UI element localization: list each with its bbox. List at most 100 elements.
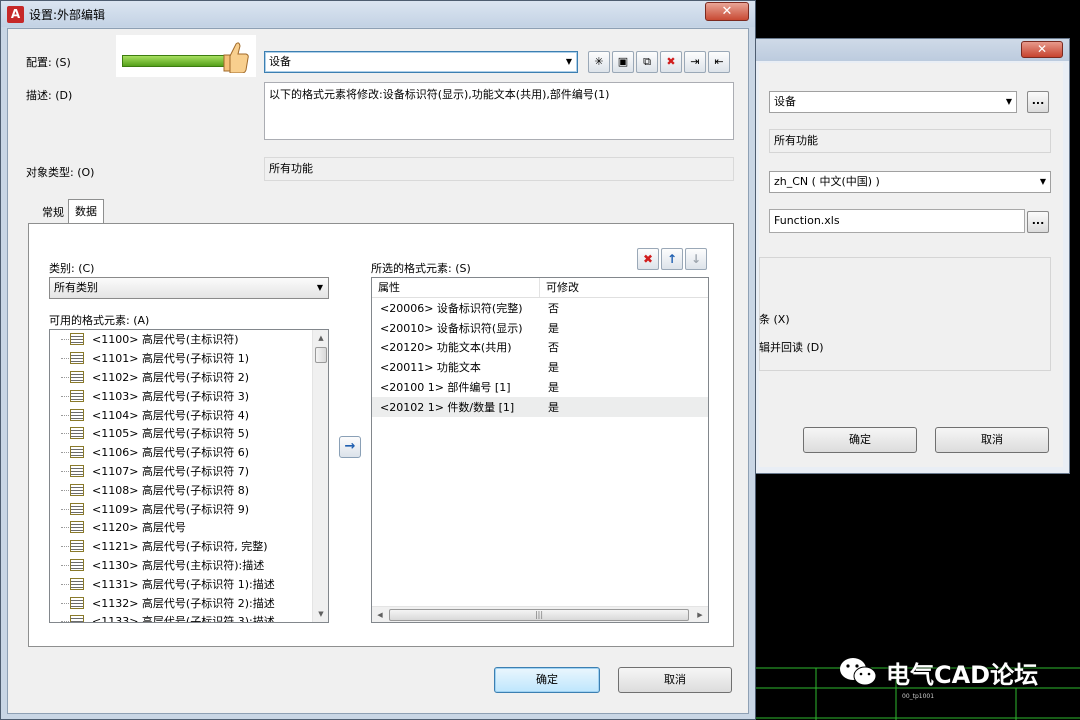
- settings-dialog: A 设置:外部编辑 ✕ 配置: (S) 设备 ▼ ✳ ▣ ⧉ ✖ ⇥ ⇤ 描述:…: [0, 0, 756, 720]
- list-item[interactable]: <1109> 高层代号(子标识符 9): [50, 499, 328, 518]
- background-cancel-button[interactable]: 取消: [935, 427, 1049, 453]
- cell-property: <20100 1> 部件编号 [1]: [380, 381, 511, 395]
- app-logo-icon: A: [7, 6, 24, 23]
- description-textarea[interactable]: 以下的格式元素将修改:设备标识符(显示),功能文本(共用),部件编号(1): [264, 82, 734, 140]
- delete-icon[interactable]: ✖: [660, 51, 682, 73]
- title-bar: A 设置:外部编辑 ✕: [1, 1, 755, 27]
- background-object-type-value: 所有功能: [774, 134, 818, 147]
- list-item[interactable]: <1104> 高层代号(子标识符 4): [50, 405, 328, 424]
- list-item[interactable]: <1105> 高层代号(子标识符 5): [50, 424, 328, 443]
- scrollbar-thumb[interactable]: [315, 347, 327, 363]
- table-row[interactable]: <20011> 功能文本 是: [372, 357, 708, 377]
- column-header-property[interactable]: 属性: [372, 278, 540, 297]
- background-config-dropdown[interactable]: 设备 ▼: [769, 91, 1017, 113]
- table-row[interactable]: <20102 1> 件数/数量 [1] 是: [372, 396, 708, 417]
- format-element-icon: [61, 558, 84, 571]
- watermark-text: 电气CAD论坛: [886, 660, 1039, 689]
- scrollbar-thumb[interactable]: |||: [389, 609, 689, 621]
- cell-modifiable: 是: [548, 361, 559, 375]
- vertical-scrollbar[interactable]: ▲ ▼: [312, 330, 328, 622]
- list-item[interactable]: <1131> 高层代号(子标识符 1):描述: [50, 574, 328, 593]
- save-icon[interactable]: ▣: [612, 51, 634, 73]
- tab-data[interactable]: 数据: [68, 199, 104, 223]
- ok-button[interactable]: 确定: [494, 667, 600, 693]
- new-icon[interactable]: ✳: [588, 51, 610, 73]
- description-text: 以下的格式元素将修改:设备标识符(显示),功能文本(共用),部件编号(1): [269, 88, 610, 101]
- list-item[interactable]: <1106> 高层代号(子标识符 6): [50, 443, 328, 462]
- list-item-label: <1100> 高层代号(主标识符): [92, 333, 239, 347]
- table-row[interactable]: <20120> 功能文本(共用) 否: [372, 338, 708, 358]
- tab-general[interactable]: 常规: [38, 201, 68, 223]
- cancel-button[interactable]: 取消: [618, 667, 732, 693]
- list-item[interactable]: <1103> 高层代号(子标识符 3): [50, 386, 328, 405]
- column-header-modifiable[interactable]: 可修改: [540, 278, 708, 297]
- chevron-down-icon: ▼: [565, 57, 573, 66]
- list-item[interactable]: <1101> 高层代号(子标识符 1): [50, 349, 328, 368]
- list-item[interactable]: <1108> 高层代号(子标识符 8): [50, 480, 328, 499]
- background-ok-button[interactable]: 确定: [803, 427, 917, 453]
- chevron-down-icon: ▼: [316, 283, 324, 292]
- table-row[interactable]: <20010> 设备标识符(显示) 是: [372, 318, 708, 338]
- list-item[interactable]: <1100> 高层代号(主标识符): [50, 330, 328, 349]
- scroll-up-icon[interactable]: ▲: [313, 330, 328, 346]
- category-dropdown[interactable]: 所有类别 ▼: [49, 277, 329, 299]
- category-selected-value: 所有类别: [54, 281, 98, 294]
- format-element-icon: [61, 370, 84, 383]
- list-item[interactable]: <1132> 高层代号(子标识符 2):描述: [50, 593, 328, 612]
- cell-modifiable: 是: [548, 381, 559, 395]
- background-file-browse-button[interactable]: ...: [1027, 211, 1049, 233]
- list-item-label: <1101> 高层代号(子标识符 1): [92, 352, 250, 366]
- chevron-down-icon: ▼: [1039, 177, 1046, 186]
- config-label: 配置: (S): [26, 56, 71, 69]
- list-item[interactable]: <1120> 高层代号: [50, 518, 328, 537]
- wechat-icon: [840, 658, 877, 686]
- list-item-label: <1108> 高层代号(子标识符 8): [92, 483, 250, 497]
- background-language-value: zh_CN ( 中文(中国) ): [774, 175, 880, 188]
- move-up-button[interactable]: ↑: [661, 248, 683, 270]
- background-file-field[interactable]: Function.xls: [769, 209, 1025, 233]
- table-row[interactable]: <20100 1> 部件编号 [1] 是: [372, 377, 708, 397]
- object-type-label: 对象类型: (O): [26, 166, 95, 179]
- scroll-down-icon[interactable]: ▼: [313, 606, 328, 622]
- object-type-field: 所有功能: [264, 157, 734, 181]
- list-item-label: <1103> 高层代号(子标识符 3): [92, 389, 250, 403]
- format-element-icon: [61, 446, 84, 459]
- import-icon[interactable]: ⇥: [684, 51, 706, 73]
- list-item[interactable]: <1121> 高层代号(子标识符, 完整): [50, 537, 328, 556]
- config-dropdown[interactable]: 设备 ▼: [264, 51, 578, 73]
- list-item-label: <1131> 高层代号(子标识符 1):描述: [92, 577, 275, 591]
- background-language-dropdown[interactable]: zh_CN ( 中文(中国) ) ▼: [769, 171, 1051, 193]
- background-config-more-button[interactable]: ...: [1027, 91, 1049, 113]
- scroll-right-icon[interactable]: ▶: [692, 607, 708, 623]
- background-option-1[interactable]: 条 (X): [759, 311, 790, 327]
- list-item[interactable]: <1133> 高层代号(子标识符 3):描述: [50, 612, 328, 623]
- list-item[interactable]: <1107> 高层代号(子标识符 7): [50, 462, 328, 481]
- background-option-2[interactable]: 辑并回读 (D): [759, 339, 824, 355]
- arrow-down-icon: ↓: [690, 252, 702, 266]
- available-elements-list[interactable]: <1100> 高层代号(主标识符) <1101> 高层代号(子标识符 1) <110…: [49, 329, 329, 623]
- scroll-left-icon[interactable]: ◀: [372, 607, 388, 623]
- grid-header: 属性 可修改: [372, 278, 708, 298]
- format-element-icon: [61, 521, 84, 534]
- background-dialog-close-button[interactable]: ✕: [1021, 41, 1063, 58]
- list-item-label: <1133> 高层代号(子标识符 3):描述: [92, 615, 275, 623]
- table-row[interactable]: <20006> 设备标识符(完整) 否: [372, 298, 708, 318]
- move-down-button[interactable]: ↓: [685, 248, 707, 270]
- copy-icon[interactable]: ⧉: [636, 51, 658, 73]
- list-item-label: <1104> 高层代号(子标识符 4): [92, 408, 250, 422]
- arrow-right-icon: →: [344, 439, 356, 454]
- background-dialog-body: 设备 ▼ ... 所有功能 zh_CN ( 中文(中国) ) ▼ Functio…: [759, 63, 1063, 467]
- window-title: 设置:外部编辑: [29, 8, 106, 22]
- selected-elements-grid[interactable]: 属性 可修改 <20006> 设备标识符(完整) 否 <20010> 设备标识符(显…: [371, 277, 709, 623]
- object-type-value: 所有功能: [269, 162, 313, 175]
- close-button[interactable]: ✕: [705, 2, 749, 21]
- list-item[interactable]: <1102> 高层代号(子标识符 2): [50, 368, 328, 387]
- format-element-icon: [61, 352, 84, 365]
- export-icon[interactable]: ⇤: [708, 51, 730, 73]
- horizontal-scrollbar[interactable]: ◀ ||| ▶: [372, 606, 708, 622]
- background-config-value: 设备: [774, 95, 796, 108]
- list-item[interactable]: <1130> 高层代号(主标识符):描述: [50, 556, 328, 575]
- config-selected-value: 设备: [269, 55, 291, 68]
- add-element-button[interactable]: →: [339, 436, 361, 458]
- remove-element-button[interactable]: ✖: [637, 248, 659, 270]
